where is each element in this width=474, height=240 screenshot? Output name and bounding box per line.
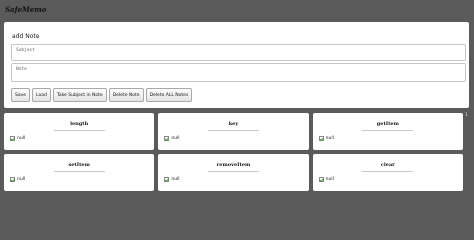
card-removeitem: removeItem null — [158, 154, 309, 191]
card-result: null — [164, 177, 180, 182]
checkmark-icon — [318, 177, 324, 182]
card-result: null — [164, 136, 180, 141]
add-note-panel: add Note Subject Note Save Load Take Sub… — [4, 22, 469, 108]
card-divider — [53, 130, 105, 131]
card-divider — [207, 171, 260, 172]
card-result-value: null — [17, 177, 26, 182]
card-clear: clear null — [312, 154, 463, 191]
card-result-value: null — [325, 136, 334, 141]
storage-method-cards: length null key null getItem null setIte… — [4, 113, 463, 192]
card-title: clear — [380, 162, 395, 168]
card-length: length null — [4, 113, 155, 150]
card-divider — [207, 130, 260, 131]
save-button[interactable]: Save — [11, 88, 31, 102]
checkmark-icon — [10, 177, 15, 182]
card-result-value: null — [325, 177, 334, 182]
card-title: getItem — [376, 121, 399, 127]
subject-input[interactable]: Subject — [11, 44, 466, 61]
card-getitem: getItem null — [312, 113, 463, 150]
note-textarea[interactable]: Note — [11, 63, 466, 82]
card-result: null — [318, 177, 334, 182]
card-divider — [362, 171, 414, 172]
card-title: length — [70, 121, 89, 127]
note-action-buttons: Save Load Take Subject in Note Delete No… — [11, 88, 193, 102]
side-count: 1 — [465, 113, 468, 118]
card-result: null — [10, 177, 25, 182]
take-subject-button[interactable]: Take Subject in Note — [52, 88, 107, 102]
card-setitem: setItem null — [4, 154, 155, 191]
card-result-value: null — [17, 136, 26, 141]
card-result: null — [10, 136, 25, 141]
checkmark-icon — [318, 136, 324, 141]
load-button[interactable]: Load — [32, 88, 51, 102]
checkmark-icon — [164, 136, 170, 141]
delete-note-button[interactable]: Delete Note — [108, 88, 144, 102]
card-result: null — [318, 136, 334, 141]
card-divider — [53, 171, 105, 172]
card-result-value: null — [171, 177, 180, 182]
card-divider — [362, 130, 414, 131]
delete-all-notes-button[interactable]: Delete ALL Notes — [145, 88, 193, 102]
add-note-heading: add Note — [12, 33, 40, 40]
card-title: setItem — [68, 162, 90, 168]
checkmark-icon — [164, 177, 170, 182]
app-title: SafeMemo — [5, 5, 47, 14]
card-result-value: null — [171, 136, 180, 141]
card-key: key null — [158, 113, 309, 150]
card-title: removeItem — [216, 162, 251, 168]
card-title: key — [228, 121, 239, 127]
checkmark-icon — [10, 136, 15, 141]
